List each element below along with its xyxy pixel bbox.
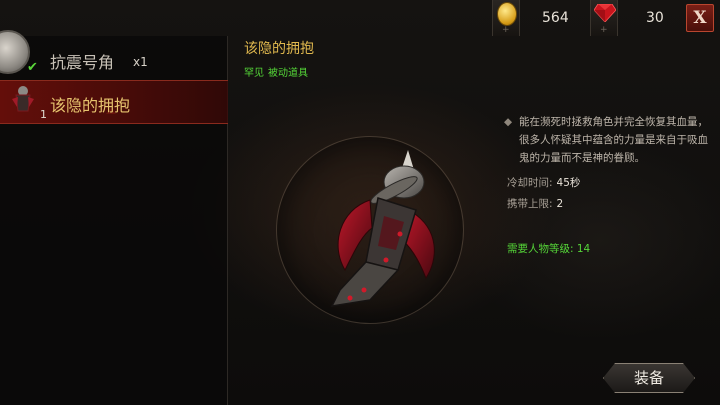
top-bar: + 564 + 30 X [0,0,720,36]
cooldown-label: 冷却时间: [507,177,553,189]
gold-count: 564 [542,10,569,26]
item-list-panel: ✔ 抗震号角 x1 1 该隐的拥抱 [0,30,228,405]
gold-slot[interactable]: + [492,0,520,36]
carry-limit-label: 携带上限: [507,198,553,210]
level-requirement: 需要人物等级: 14 [507,243,591,255]
item-subtitle: 罕见 被动道具 [244,64,312,79]
cains-embrace-artwork [330,150,435,307]
list-item-name: 该隐的拥抱 [50,96,131,115]
equip-button[interactable]: 装备 [603,363,695,393]
cooldown-stat: 冷却时间: 45秒 [507,175,580,190]
item-type: 被动道具 [268,68,308,79]
carry-limit-value: 2 [556,198,564,210]
list-item-name: 抗震号角 [50,53,115,72]
gold-coin-icon [497,2,517,26]
list-item-count: 1 [40,108,47,121]
gem-slot[interactable]: + [590,0,618,36]
list-item-horn[interactable]: ✔ 抗震号角 x1 [0,30,228,82]
list-item-qty: x1 [133,55,148,69]
equipped-check-icon: ✔ [27,60,38,75]
cains-embrace-icon [12,86,34,112]
cooldown-value: 45秒 [556,177,581,189]
list-item-cains-embrace[interactable]: 1 该隐的拥抱 [0,80,228,124]
description-text: 能在濒死时拯救角色并完全恢复其血量，很多人怀疑其中蕴含的力量是来自于吸血鬼的力量… [519,116,708,164]
horn-icon [0,30,30,74]
item-description: ◆ 能在濒死时拯救角色并完全恢复其血量，很多人怀疑其中蕴含的力量是来自于吸血鬼的… [504,113,717,167]
item-rarity: 罕见 [244,68,264,79]
gem-count: 30 [646,10,664,26]
add-gem-icon[interactable]: + [600,25,608,35]
close-button[interactable]: X [686,4,714,32]
red-gem-icon [594,4,616,22]
bullet-icon: ◆ [504,116,513,128]
carry-limit-stat: 携带上限: 2 [507,196,563,211]
item-title: 该隐的拥抱 [244,41,314,57]
add-gold-icon[interactable]: + [502,25,510,35]
